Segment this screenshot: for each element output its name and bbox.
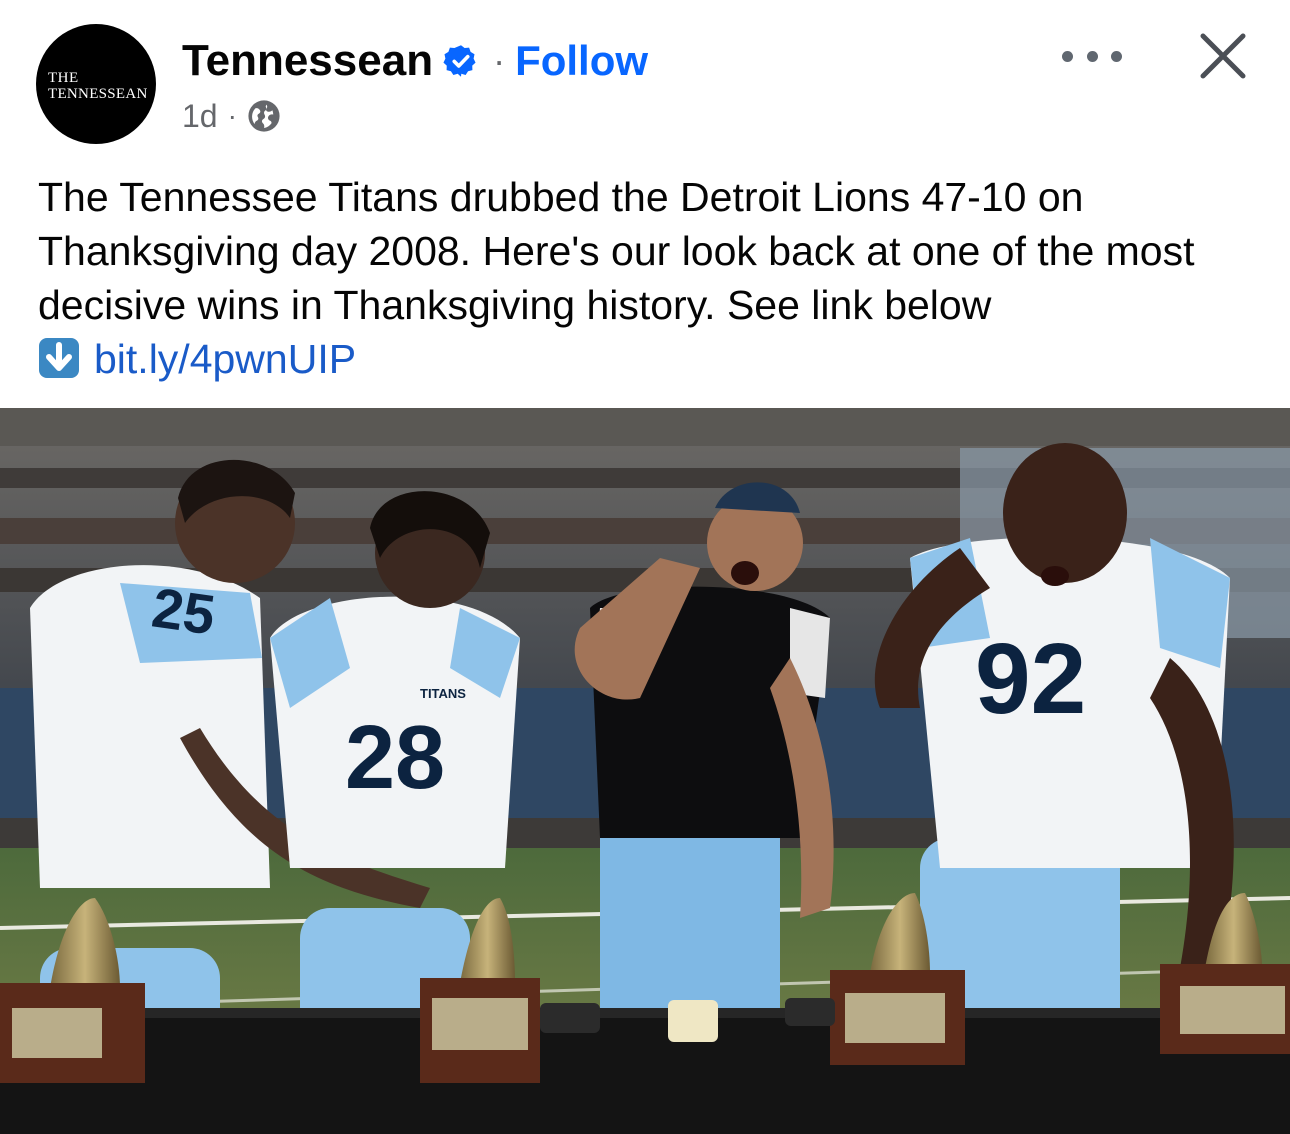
follow-button[interactable]: Follow — [515, 37, 648, 85]
post-body: The Tennessee Titans drubbed the Detroit… — [38, 170, 1258, 386]
page-name[interactable]: Tennessean — [182, 36, 433, 86]
pie-container — [540, 1003, 600, 1033]
more-dot — [1086, 50, 1098, 62]
name-separator: · — [493, 40, 506, 81]
meta-separator: · — [227, 100, 237, 131]
avatar-line1: THE — [48, 70, 79, 86]
post-meta: 1d · — [182, 96, 281, 136]
jersey-number-25: 25 — [148, 575, 218, 646]
post-timestamp[interactable]: 1d — [182, 98, 218, 135]
post-text: The Tennessee Titans drubbed the Detroit… — [38, 174, 1195, 328]
table-top-edge — [0, 1008, 1290, 1018]
more-dot — [1062, 50, 1073, 62]
post-photo[interactable]: 25 28 TITANS 92 — [0, 408, 1290, 1134]
post-header: THE TENNESSEAN Tennessean · Follow 1d · — [0, 0, 1290, 150]
trophy-table — [0, 1014, 1290, 1134]
jersey-number-28: 28 — [345, 708, 445, 808]
cup — [668, 1000, 718, 1042]
more-dot — [1111, 50, 1122, 62]
jersey-wordmark: TITANS — [420, 686, 466, 701]
globe-icon[interactable] — [247, 99, 281, 133]
name-row: Tennessean · Follow — [182, 34, 648, 88]
pie-container — [785, 998, 835, 1026]
close-icon[interactable] — [1198, 32, 1248, 80]
avatar-line2: TENNESSEAN — [48, 86, 148, 102]
post-link[interactable]: bit.ly/4pwnUIP — [94, 336, 356, 382]
verified-badge-icon — [443, 43, 479, 79]
page-avatar[interactable]: THE TENNESSEAN — [36, 24, 156, 144]
more-options-icon[interactable] — [1062, 44, 1122, 68]
stadium-roof-panel — [0, 408, 1290, 446]
jersey-number-92: 92 — [975, 623, 1086, 735]
facebook-post: THE TENNESSEAN Tennessean · Follow 1d · — [0, 0, 1290, 1134]
down-arrow-emoji-icon — [38, 337, 80, 379]
